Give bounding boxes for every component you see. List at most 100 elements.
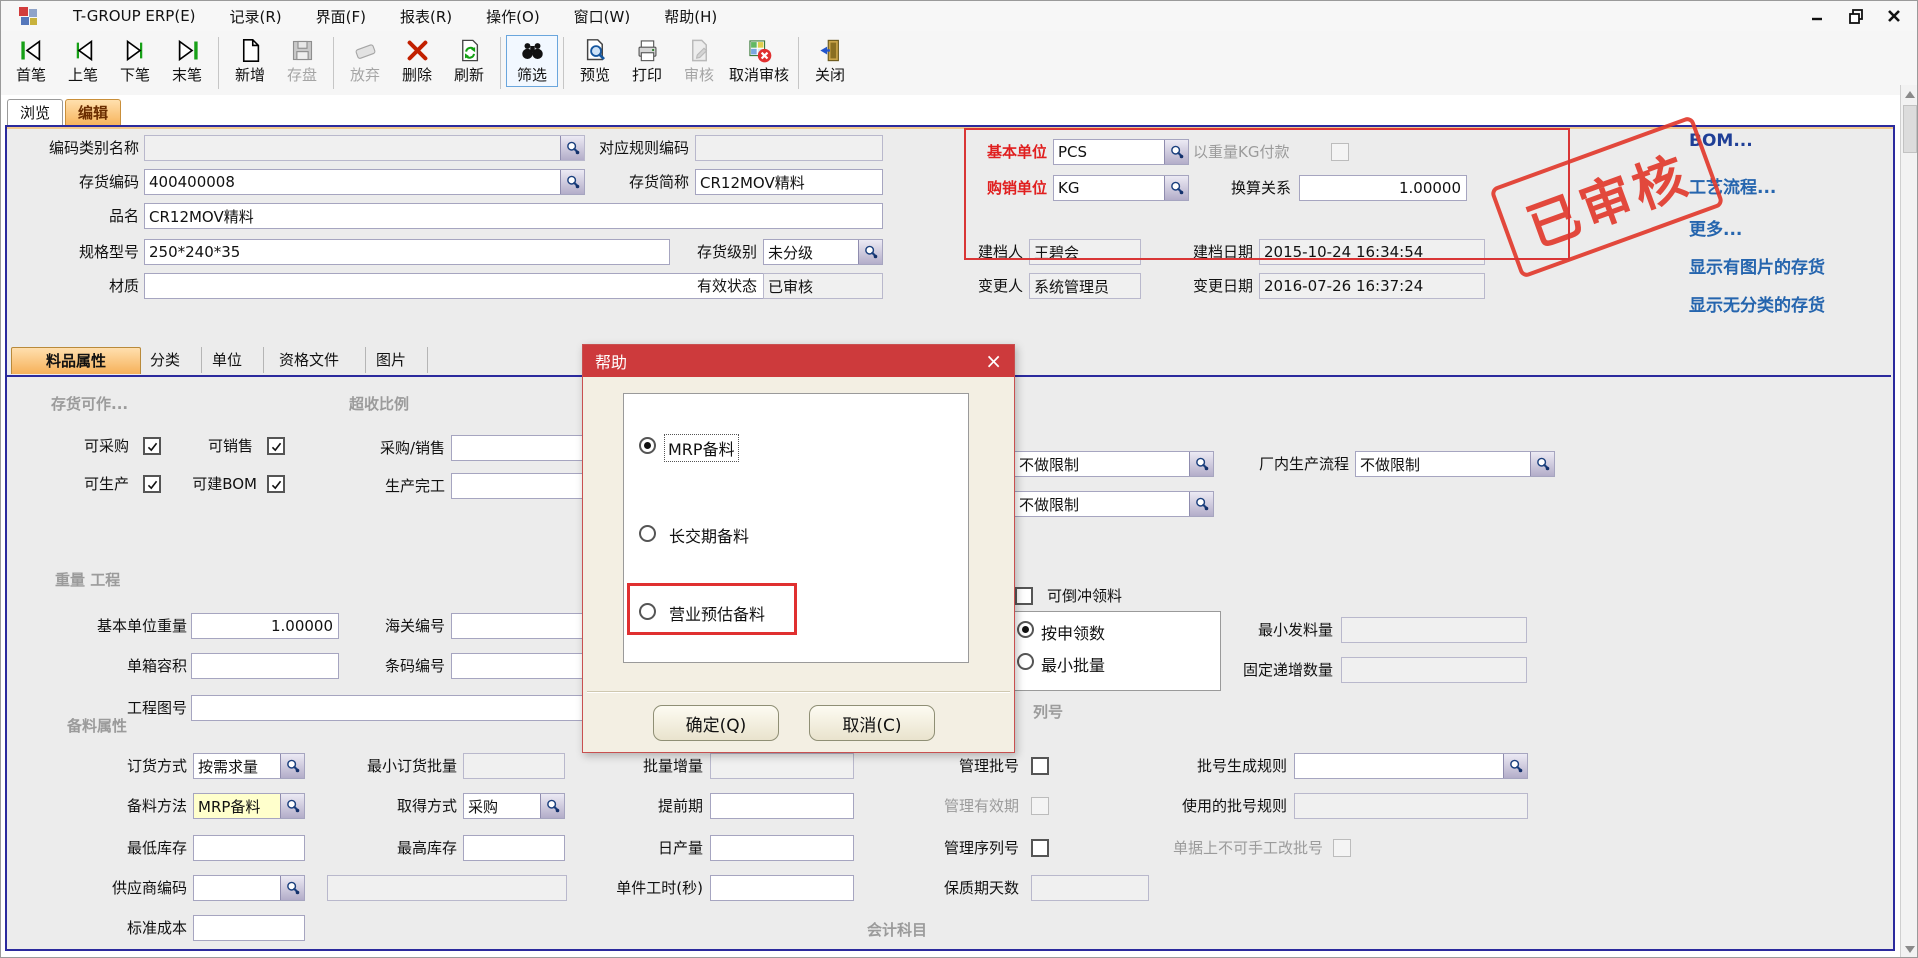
lookup-icon[interactable] (1530, 452, 1554, 476)
sales-forecast-prep-label[interactable]: 营业预估备料 (669, 601, 765, 625)
restore-icon[interactable] (1847, 7, 1865, 25)
filter-button[interactable]: 筛选 (506, 35, 558, 87)
rule-code-field (695, 135, 883, 161)
customs-code-field[interactable] (451, 613, 587, 639)
menu-item-help[interactable]: 帮助(H) (664, 6, 717, 27)
modifier-label: 变更人 (963, 273, 1023, 299)
print-button[interactable]: 打印 (621, 35, 673, 87)
inv-abbr-field[interactable]: CR12MOV精料 (695, 169, 883, 195)
restriction-field-2[interactable]: 不做限制 (1014, 491, 1214, 517)
inv-level-field[interactable]: 未分级 (763, 239, 883, 265)
daily-output-field[interactable] (710, 835, 854, 861)
dialog-close-icon[interactable]: × (985, 351, 1002, 371)
prod-name-field[interactable]: CR12MOV精料 (144, 203, 883, 229)
link-show-unclassified[interactable]: 显示无分类的存货 (1689, 291, 1825, 316)
box-volume-field[interactable] (191, 653, 339, 679)
restriction-field-1[interactable]: 不做限制 (1014, 451, 1214, 477)
min-batch-radio[interactable] (1017, 653, 1034, 670)
manage-batch-checkbox[interactable] (1031, 757, 1049, 775)
sales-forecast-prep-radio[interactable] (639, 603, 656, 620)
prev-record-button[interactable]: 上笔 (57, 35, 109, 87)
scroll-down-icon[interactable] (1905, 946, 1915, 953)
order-mode-field[interactable]: 按需求量 (193, 753, 305, 779)
lookup-icon[interactable] (280, 794, 304, 818)
link-show-with-images[interactable]: 显示有图片的存货 (1689, 253, 1825, 278)
menu-item-interface[interactable]: 界面(F) (316, 6, 366, 27)
max-stock-field[interactable] (463, 835, 565, 861)
tab-item-attributes[interactable]: 料品属性 (11, 347, 141, 374)
prep-method-field[interactable]: MRP备料 (193, 793, 305, 819)
lookup-icon[interactable] (858, 240, 882, 264)
by-requested-qty-radio[interactable] (1017, 621, 1034, 638)
lookup-icon[interactable] (560, 170, 584, 194)
next-record-button[interactable]: 下笔 (109, 35, 161, 87)
lookup-icon[interactable] (1503, 754, 1527, 778)
tab-browse[interactable]: 浏览 (7, 99, 63, 126)
producible-checkbox[interactable] (143, 475, 161, 493)
sellable-checkbox[interactable] (267, 437, 285, 455)
mrp-prep-label[interactable]: MRP备料 (665, 435, 738, 461)
supplier-code-field[interactable] (193, 875, 305, 901)
box-volume-label: 单箱容积 (95, 653, 187, 679)
menu-item-operate[interactable]: 操作(O) (486, 6, 540, 27)
unit-hours-field[interactable] (710, 875, 854, 901)
over-production-field[interactable] (451, 473, 587, 499)
barcode-field[interactable] (451, 653, 587, 679)
purchasable-checkbox[interactable] (143, 437, 161, 455)
scrollbar-thumb[interactable] (1903, 105, 1917, 153)
menu-item-report[interactable]: 报表(R) (400, 6, 452, 27)
delete-button[interactable]: 删除 (391, 35, 443, 87)
can-build-bom-checkbox[interactable] (267, 475, 285, 493)
conv-ratio-field[interactable]: 1.00000 (1299, 175, 1467, 201)
last-record-button[interactable]: 末笔 (161, 35, 213, 87)
menu-item-app[interactable]: T-GROUP ERP(E) (73, 7, 196, 25)
batch-rule-field[interactable] (1294, 753, 1528, 779)
tab-edit[interactable]: 编辑 (65, 99, 121, 126)
lead-time-field[interactable] (710, 793, 854, 819)
new-button[interactable]: 新增 (224, 35, 276, 87)
base-weight-field[interactable]: 1.00000 (191, 613, 339, 639)
mrp-prep-radio[interactable] (639, 437, 656, 454)
link-more[interactable]: 更多... (1689, 215, 1742, 240)
lookup-icon[interactable] (1189, 452, 1213, 476)
drawing-no-field[interactable] (191, 695, 583, 721)
first-record-button[interactable]: 首笔 (5, 35, 57, 87)
tab-images[interactable]: 图片 (355, 347, 428, 373)
factory-flow-field[interactable]: 不做限制 (1355, 451, 1555, 477)
lookup-icon[interactable] (280, 754, 304, 778)
menu-item-record[interactable]: 记录(R) (230, 6, 282, 27)
base-unit-field[interactable]: PCS (1053, 139, 1189, 165)
lookup-icon[interactable] (280, 876, 304, 900)
lookup-icon[interactable] (1189, 492, 1213, 516)
refresh-icon (456, 37, 483, 64)
obtain-mode-field[interactable]: 采购 (463, 793, 565, 819)
cancel-button[interactable]: 取消(C) (809, 705, 935, 741)
preview-button[interactable]: 预览 (569, 35, 621, 87)
long-leadtime-prep-label[interactable]: 长交期备料 (669, 523, 749, 547)
lookup-icon[interactable] (540, 794, 564, 818)
lookup-icon[interactable] (1164, 140, 1188, 164)
close-icon[interactable] (1885, 7, 1903, 25)
spec-field[interactable]: 250*240*35 (144, 239, 670, 265)
cat-name-field[interactable] (144, 135, 585, 161)
trade-unit-field[interactable]: KG (1053, 175, 1189, 201)
backflush-checkbox[interactable] (1015, 587, 1033, 605)
close-form-button[interactable]: 关闭 (804, 35, 856, 87)
tab-qualification-files[interactable]: 资格文件 (253, 347, 366, 373)
std-cost-field[interactable] (193, 915, 305, 941)
over-purchase-sale-field[interactable] (451, 435, 587, 461)
lookup-icon[interactable] (1164, 176, 1188, 200)
min-stock-field[interactable] (193, 835, 305, 861)
refresh-button[interactable]: 刷新 (443, 35, 495, 87)
scroll-up-icon[interactable] (1905, 91, 1915, 98)
help-dialog-titlebar[interactable]: 帮助 × (583, 345, 1014, 377)
minimize-icon[interactable] (1809, 7, 1827, 25)
manage-serial-checkbox[interactable] (1031, 839, 1049, 857)
vertical-scrollbar[interactable] (1900, 85, 1917, 958)
long-leadtime-prep-radio[interactable] (639, 525, 656, 542)
inv-code-field[interactable]: 400400008 (144, 169, 585, 195)
cancel-audit-button[interactable]: 取消审核 (725, 35, 793, 87)
lookup-icon[interactable] (560, 136, 584, 160)
ok-button[interactable]: 确定(Q) (653, 705, 779, 741)
menu-item-window[interactable]: 窗口(W) (574, 6, 631, 27)
